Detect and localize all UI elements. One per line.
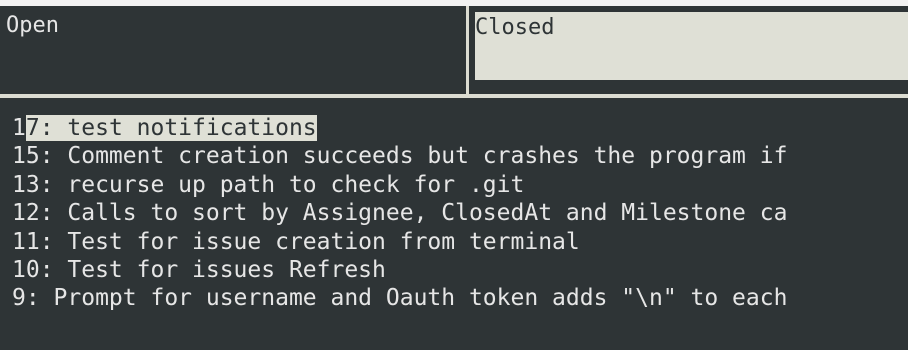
terminal-window: Open Closed 17: test notifications 15: C… bbox=[0, 0, 908, 350]
tab-open[interactable]: Open bbox=[0, 6, 466, 94]
issue-label-highlight: 7: test notifications bbox=[25, 115, 317, 141]
cursor-char: 1 bbox=[12, 115, 26, 141]
issue-item[interactable]: 15: Comment creation succeeds but crashe… bbox=[0, 142, 908, 170]
pane-separator bbox=[0, 94, 908, 98]
issue-label: 12: Calls to sort by Assignee, ClosedAt … bbox=[12, 200, 788, 227]
tab-closed[interactable]: Closed bbox=[469, 6, 908, 94]
issue-item[interactable]: 10: Test for issues Refresh bbox=[0, 256, 908, 284]
tab-open-label: Open bbox=[6, 13, 59, 38]
issue-item[interactable]: 11: Test for issue creation from termina… bbox=[0, 228, 908, 256]
issue-list: 17: test notifications 15: Comment creat… bbox=[0, 114, 908, 313]
issue-label: 15: Comment creation succeeds but crashe… bbox=[12, 143, 788, 170]
issue-item[interactable]: 12: Calls to sort by Assignee, ClosedAt … bbox=[0, 199, 908, 227]
issue-item[interactable]: 9: Prompt for username and Oauth token a… bbox=[0, 284, 908, 312]
tab-bar: Open Closed bbox=[0, 6, 908, 94]
issue-label: 9: Prompt for username and Oauth token a… bbox=[12, 285, 788, 312]
tab-closed-box: Closed bbox=[475, 12, 908, 80]
issue-label: 13: recurse up path to check for .git bbox=[12, 171, 525, 198]
issue-label: 11: Test for issue creation from termina… bbox=[12, 228, 580, 255]
issue-item[interactable]: 17: test notifications bbox=[0, 114, 908, 142]
tab-closed-label: Closed bbox=[475, 15, 555, 40]
issue-label: 10: Test for issues Refresh bbox=[12, 256, 386, 283]
issue-item[interactable]: 13: recurse up path to check for .git bbox=[0, 171, 908, 199]
